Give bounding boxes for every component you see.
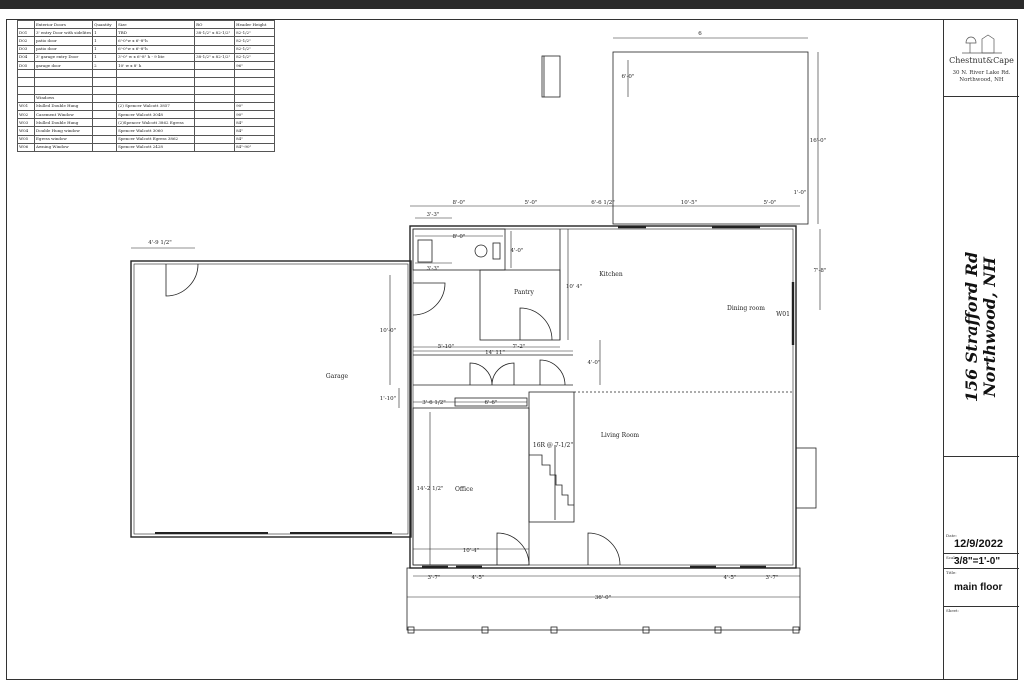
- sheet-label: Sheet:: [946, 608, 960, 613]
- stair-treads: [529, 454, 574, 506]
- date-value: 12/9/2022: [954, 538, 1003, 550]
- title-block: Chestnut&Cape 30 N. River Lake Rd. North…: [943, 19, 1019, 680]
- address-line1: 156 Strafford Rd: [962, 251, 981, 403]
- stairs-label: 16R @ 7-1/2": [533, 442, 573, 449]
- room-office: Office: [455, 486, 473, 493]
- garage-walls: [130, 260, 412, 538]
- room-pantry: Pantry: [514, 289, 534, 296]
- garage-entry-door: [165, 263, 199, 297]
- dim-stair-h: 4'-0": [588, 360, 601, 366]
- dim-right-h: 7'-8": [814, 268, 827, 274]
- dim-bath-w: 3'-3": [427, 212, 440, 218]
- room-kitchen: Kitchen: [599, 271, 623, 278]
- title-cell: Title: main floor: [944, 569, 1019, 607]
- company-logo-block: Chestnut&Cape 30 N. River Lake Rd. North…: [944, 19, 1019, 97]
- dim-garage-w: 4'-9 1/2": [148, 240, 172, 246]
- room-labels: Garage Pantry Kitchen Dining room W01 Li…: [326, 271, 790, 493]
- dim-hall-b: 7'-2": [513, 344, 526, 350]
- bath-sink: [417, 239, 433, 263]
- dim-top-c: 6'-6 1/2": [591, 200, 615, 206]
- dim-kitchen-h: 10' 4": [566, 284, 582, 290]
- stair-top-door: [539, 359, 566, 386]
- chestnut-tree-icon: [962, 34, 1002, 54]
- floor-plan: 6 6'-0" 16'-0" 1'-0" 8'-0" 5'-0" 6'-6 1/…: [130, 31, 826, 634]
- dim-bot-b: 4'-5": [472, 575, 485, 581]
- deck-box: [541, 55, 561, 98]
- dim-top-d: 10'-5": [681, 200, 697, 206]
- dim-deck-right: 16'-0": [810, 138, 826, 144]
- front-door: [587, 532, 621, 566]
- window-tag-w01: W01: [776, 311, 790, 318]
- dim-bot-c: 4'-5": [724, 575, 737, 581]
- room-living: Living Room: [601, 432, 640, 439]
- dim-mud-a: 3'-6 1/2": [422, 400, 446, 406]
- dim-top-a: 8'-0": [453, 200, 466, 206]
- dim-deck-top: 6: [698, 31, 702, 37]
- dim-hall-c: 14' 11": [485, 350, 505, 356]
- dim-bath-inner: 8'-0": [453, 234, 466, 240]
- sheet-cell: Sheet:: [944, 607, 1019, 680]
- dim-bot-d: 3'-7": [766, 575, 779, 581]
- dim-bath-h: 4'-0": [511, 248, 524, 254]
- house-inner: [412, 228, 794, 566]
- dim-top-e: 5'-0": [764, 200, 777, 206]
- dim-mud-b: 6'-6": [485, 400, 498, 406]
- dim-left-h: 10'-0": [380, 328, 396, 334]
- date-cell: Date: 12/9/2022: [944, 532, 1019, 554]
- garage-inner: [133, 263, 409, 535]
- project-address: 156 Strafford Rd Northwood, NH: [962, 251, 999, 403]
- dim-office-w: 10'-4": [463, 548, 479, 554]
- company-name: Chestnut&Cape: [949, 56, 1014, 65]
- dim-overall: 36'-0": [595, 595, 611, 601]
- project-address-block: 156 Strafford Rd Northwood, NH: [944, 197, 1019, 457]
- hall-door: [412, 282, 446, 316]
- company-address-line1: 30 N. River Lake Rd.: [952, 70, 1011, 76]
- toilet: [474, 244, 488, 258]
- dim-top-b: 5'-0": [525, 200, 538, 206]
- room-garage: Garage: [326, 373, 349, 380]
- dim-bath-inner2: 3'-3": [427, 266, 440, 272]
- dimension-labels: 6 6'-0" 16'-0" 1'-0" 8'-0" 5'-0" 6'-6 1/…: [148, 31, 826, 601]
- company-address-line2: Northwood, NH: [959, 77, 1004, 83]
- dim-hall-a: 5'-10": [438, 344, 454, 350]
- dim-bot-a: 3'-7": [428, 575, 441, 581]
- scale-value: 3/8"=1'-0": [954, 556, 1001, 567]
- dim-left-small: 1'-10": [380, 396, 396, 402]
- deck-outline: [612, 51, 809, 225]
- dim-deck-left: 6'-0": [622, 74, 635, 80]
- scale-cell: Scale: 3/8"=1'-0": [944, 554, 1019, 569]
- pantry-door: [519, 307, 553, 341]
- room-dining: Dining room: [727, 305, 765, 312]
- dimension-lines: [131, 37, 821, 598]
- title-label: Title:: [946, 570, 957, 575]
- title-value: main floor: [954, 582, 1003, 593]
- fireplace: [795, 447, 817, 509]
- stairs: [528, 391, 575, 523]
- dim-office-h: 14'-2 1/2": [417, 486, 444, 492]
- address-line2: Northwood, NH: [980, 257, 999, 397]
- toilet-tank: [492, 242, 501, 260]
- dim-corner: 1'-0": [794, 190, 807, 196]
- closet-doors: [469, 362, 515, 386]
